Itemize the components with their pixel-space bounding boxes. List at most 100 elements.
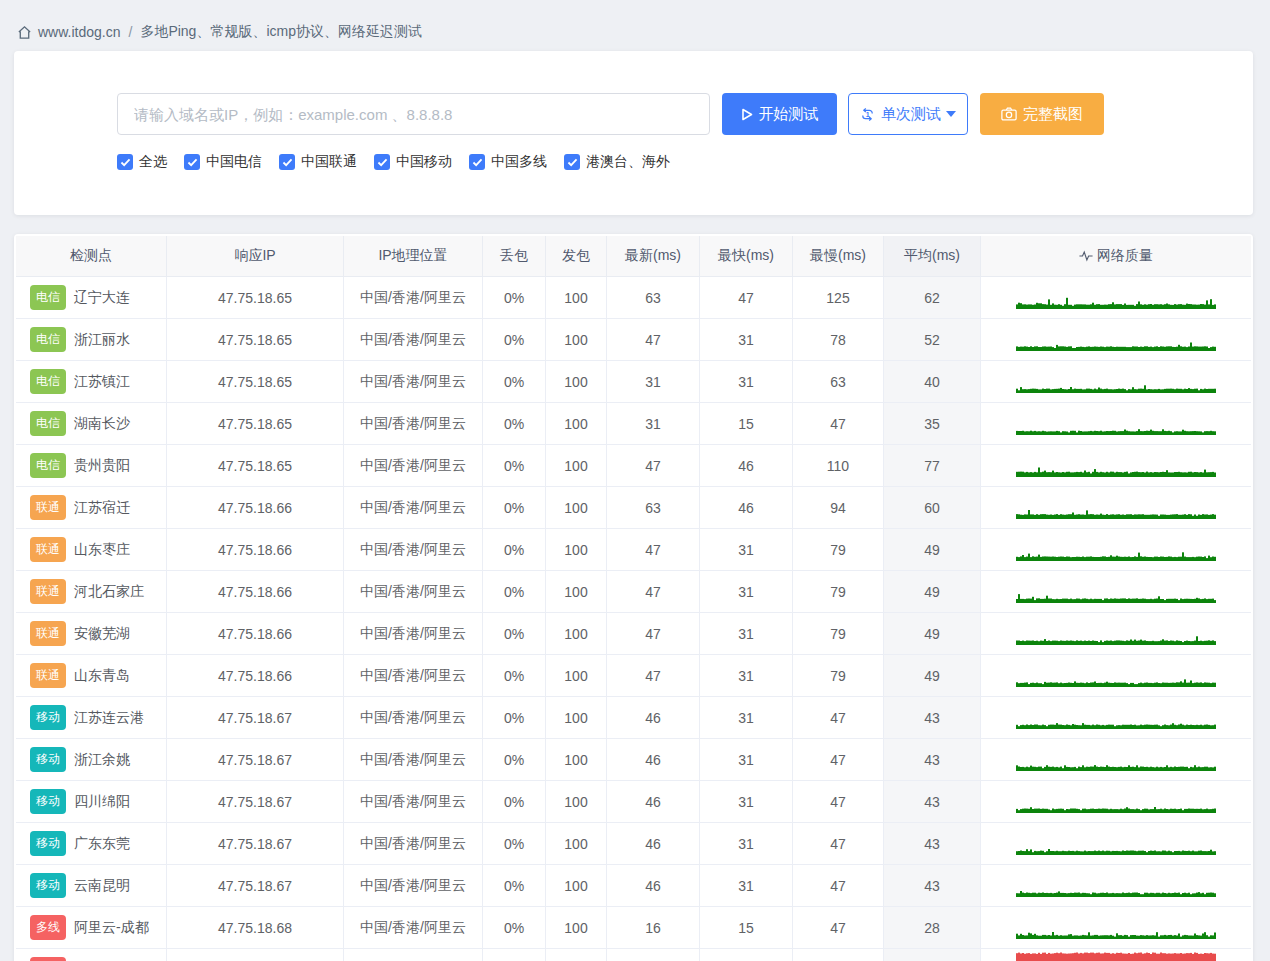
cell-loss: 0%	[483, 529, 546, 571]
cell-sent: 100	[546, 403, 607, 445]
cell-slowest: 47	[793, 823, 884, 865]
col-loss: 丢包	[483, 236, 546, 277]
cell-avg: 43	[884, 697, 981, 739]
checkbox-checked-icon[interactable]	[184, 154, 200, 170]
cell-avg: 49	[884, 613, 981, 655]
cell-slowest: 79	[793, 613, 884, 655]
quality-sparkline	[981, 487, 1251, 528]
isp-badge: 移动	[30, 873, 66, 898]
cell-slowest: 47	[793, 403, 884, 445]
cell-latest: 47	[607, 613, 700, 655]
single-test-dropdown-button[interactable]: 1 单次测试	[848, 93, 968, 135]
quality-sparkline	[981, 739, 1251, 780]
cell-avg: 40	[884, 361, 981, 403]
cell-ip: 47.75.18.66	[167, 613, 344, 655]
col-slowest: 最慢(ms)	[793, 236, 884, 277]
cell-slowest: 47	[793, 907, 884, 949]
cell-avg: 49	[884, 529, 981, 571]
search-card: 开始测试 1 单次测试 完整截图 全选 中国电信 中国联通 中国移动	[14, 51, 1253, 215]
filter-china-mobile[interactable]: 中国移动	[374, 153, 452, 171]
cell-sent: 100	[546, 487, 607, 529]
isp-badge: 电信	[30, 453, 66, 478]
home-icon	[17, 25, 32, 40]
cell-geo: 中国/香港/阿里云	[344, 445, 483, 487]
isp-badge: 电信	[30, 327, 66, 352]
cell-avg: 62	[884, 277, 981, 319]
cell-sent: 100	[546, 781, 607, 823]
cell-avg: 52	[884, 319, 981, 361]
cell-slowest: 110	[793, 445, 884, 487]
cell-slowest: 47	[793, 865, 884, 907]
start-test-button[interactable]: 开始测试	[722, 93, 837, 135]
filter-china-unicom[interactable]: 中国联通	[279, 153, 357, 171]
table-row: 电信辽宁大连 47.75.18.65 中国/香港/阿里云 0% 100 63 4…	[16, 277, 1251, 319]
cell-avg	[884, 949, 981, 961]
checkbox-checked-icon[interactable]	[279, 154, 295, 170]
cell-sent: 100	[546, 571, 607, 613]
cell-ip: 47.75.18.67	[167, 697, 344, 739]
cell-sent: 100	[546, 445, 607, 487]
quality-sparkline	[981, 277, 1251, 318]
cell-ip: 47.75.18.65	[167, 361, 344, 403]
cell-geo: 中国/香港/阿里云	[344, 907, 483, 949]
cell-ip: 47.75.18.66	[167, 529, 344, 571]
cell-loss: 0%	[483, 907, 546, 949]
cell-latest: 46	[607, 865, 700, 907]
isp-badge: 联通	[30, 579, 66, 604]
cell-loss	[483, 949, 546, 961]
node-location: 江苏连云港	[74, 709, 144, 725]
cell-loss: 0%	[483, 655, 546, 697]
cell-fastest: 31	[700, 823, 793, 865]
cell-fastest: 31	[700, 529, 793, 571]
cell-slowest: 79	[793, 571, 884, 613]
cell-geo: 中国/香港/阿里云	[344, 865, 483, 907]
pulse-icon	[1079, 250, 1093, 262]
checkbox-checked-icon[interactable]	[117, 154, 133, 170]
node-location: 江苏宿迁	[74, 499, 130, 515]
cell-geo: 中国/香港/阿里云	[344, 655, 483, 697]
table-row: 电信贵州贵阳 47.75.18.65 中国/香港/阿里云 0% 100 47 4…	[16, 445, 1251, 487]
cell-slowest: 47	[793, 781, 884, 823]
cell-loss: 0%	[483, 571, 546, 613]
host-input[interactable]	[117, 93, 710, 135]
isp-badge: 多线	[30, 957, 66, 961]
filter-china-multi[interactable]: 中国多线	[469, 153, 547, 171]
table-row: 电信江苏镇江 47.75.18.65 中国/香港/阿里云 0% 100 31 3…	[16, 361, 1251, 403]
cell-ip: 47.75.18.66	[167, 571, 344, 613]
cell-avg: 35	[884, 403, 981, 445]
cell-latest	[607, 949, 700, 961]
cell-geo: 中国/香港/阿里云	[344, 571, 483, 613]
breadcrumb-site[interactable]: www.itdog.cn	[38, 24, 120, 40]
cell-geo: 中国/香港/阿里云	[344, 403, 483, 445]
cell-loss: 0%	[483, 487, 546, 529]
chevron-down-icon	[946, 111, 956, 117]
filter-overseas[interactable]: 港澳台、海外	[564, 153, 670, 171]
cell-fastest: 31	[700, 781, 793, 823]
cell-avg: 43	[884, 823, 981, 865]
cell-avg: 49	[884, 571, 981, 613]
node-location: 广东东莞	[74, 835, 130, 851]
isp-badge: 电信	[30, 411, 66, 436]
isp-badge: 移动	[30, 747, 66, 772]
checkbox-checked-icon[interactable]	[374, 154, 390, 170]
table-row: 联通江苏宿迁 47.75.18.66 中国/香港/阿里云 0% 100 63 4…	[16, 487, 1251, 529]
filter-china-telecom[interactable]: 中国电信	[184, 153, 262, 171]
cell-fastest: 31	[700, 571, 793, 613]
cell-sent: 100	[546, 907, 607, 949]
quality-sparkline	[981, 949, 1251, 961]
cell-latest: 47	[607, 319, 700, 361]
cell-loss: 0%	[483, 823, 546, 865]
cell-latest: 63	[607, 487, 700, 529]
filter-select-all[interactable]: 全选	[117, 153, 167, 171]
node-location: 辽宁大连	[74, 289, 130, 305]
checkbox-checked-icon[interactable]	[469, 154, 485, 170]
quality-sparkline	[981, 865, 1251, 906]
full-screenshot-button[interactable]: 完整截图	[980, 93, 1104, 135]
cell-loss: 0%	[483, 445, 546, 487]
checkbox-checked-icon[interactable]	[564, 154, 580, 170]
cell-slowest: 125	[793, 277, 884, 319]
cell-avg: 43	[884, 781, 981, 823]
cell-fastest: 46	[700, 487, 793, 529]
cell-slowest: 47	[793, 697, 884, 739]
table-row: 电信浙江丽水 47.75.18.65 中国/香港/阿里云 0% 100 47 3…	[16, 319, 1251, 361]
